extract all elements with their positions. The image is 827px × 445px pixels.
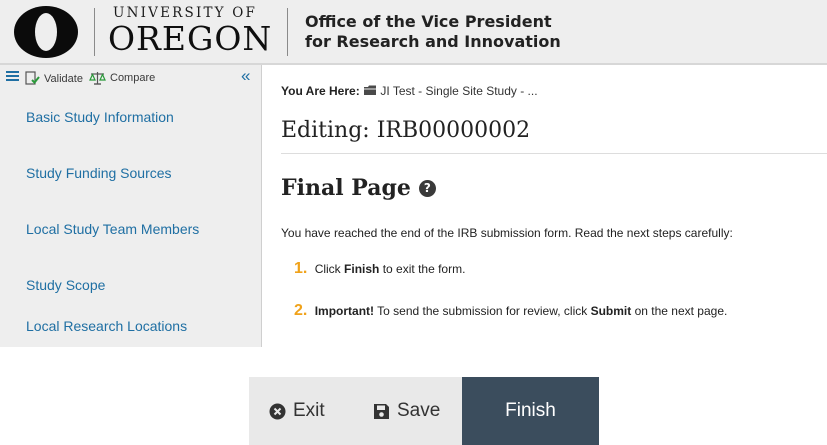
site-header: UNIVERSITY OF OREGON Office of the Vice …	[0, 0, 827, 65]
folder-icon	[364, 85, 377, 95]
you-are-here-label: You Are Here:	[281, 84, 360, 98]
exit-label: Exit	[293, 400, 325, 421]
step-1-post: to exit the form.	[382, 262, 466, 276]
intro-text: You have reached the end of the IRB subm…	[281, 226, 733, 240]
step-2-submit: Submit	[590, 304, 632, 318]
close-circle-icon	[269, 403, 286, 419]
form-sidebar: Validate Compare « Basic Study Informati…	[0, 65, 262, 347]
step-1-bold: Finish	[344, 262, 380, 276]
collapse-chevron-icon[interactable]: «	[241, 66, 250, 86]
main-content: You Are Here: JI Test - Single Site Stud…	[281, 65, 827, 347]
save-button[interactable]: Save	[373, 377, 440, 445]
save-label: Save	[397, 400, 441, 421]
sidebar-item-local-research-locations[interactable]: Local Research Locations	[26, 319, 236, 334]
finish-button[interactable]: Finish	[462, 377, 599, 445]
compare-button[interactable]: Compare	[89, 71, 155, 85]
save-icon	[374, 403, 389, 419]
office-title-line1: Office of the Vice President	[305, 12, 552, 31]
help-icon[interactable]: ?	[418, 179, 436, 197]
step-2-post: on the next page.	[634, 304, 728, 318]
office-title-line2: for Research and Innovation	[305, 32, 561, 51]
step-1-pre: Click	[314, 262, 341, 276]
oregon-o-logo	[14, 6, 78, 58]
step-2: 2. Important! To send the submission for…	[294, 302, 727, 320]
sidebar-item-study-scope[interactable]: Study Scope	[26, 278, 236, 293]
title-divider	[281, 153, 827, 154]
step-2-pre: To send the submission for review, click	[377, 304, 588, 318]
exit-button[interactable]: Exit	[269, 377, 325, 445]
step-1: 1. Click Finish to exit the form.	[294, 260, 465, 278]
section-heading: Final Page ?	[281, 175, 436, 201]
logo-oregon-text: OREGON	[108, 19, 273, 58]
validate-icon	[25, 71, 40, 85]
breadcrumb: You Are Here: JI Test - Single Site Stud…	[281, 84, 538, 98]
step-2-number: 2.	[294, 302, 308, 319]
sidebar-toolbar: Validate Compare «	[0, 66, 261, 89]
page-title: Editing: IRB00000002	[281, 118, 531, 143]
compare-icon	[89, 72, 106, 85]
office-title: Office of the Vice President for Researc…	[305, 12, 561, 52]
sidebar-item-basic-study-information[interactable]: Basic Study Information	[26, 110, 236, 125]
validate-button[interactable]: Validate	[25, 71, 83, 86]
step-1-number: 1.	[294, 260, 308, 277]
compare-label: Compare	[110, 72, 156, 84]
office-divider	[287, 8, 288, 56]
section-title: Final Page	[281, 175, 411, 201]
sidebar-item-study-funding-sources[interactable]: Study Funding Sources	[26, 166, 236, 181]
validate-label: Validate	[44, 72, 83, 85]
form-actions-bar: Exit Save Finish	[249, 377, 599, 445]
logo-divider	[94, 8, 95, 56]
sidebar-item-local-study-team-members[interactable]: Local Study Team Members	[26, 222, 236, 237]
breadcrumb-link[interactable]: JI Test - Single Site Study - ...	[380, 84, 537, 98]
menu-icon[interactable]	[6, 69, 20, 88]
step-2-important: Important!	[314, 304, 375, 318]
